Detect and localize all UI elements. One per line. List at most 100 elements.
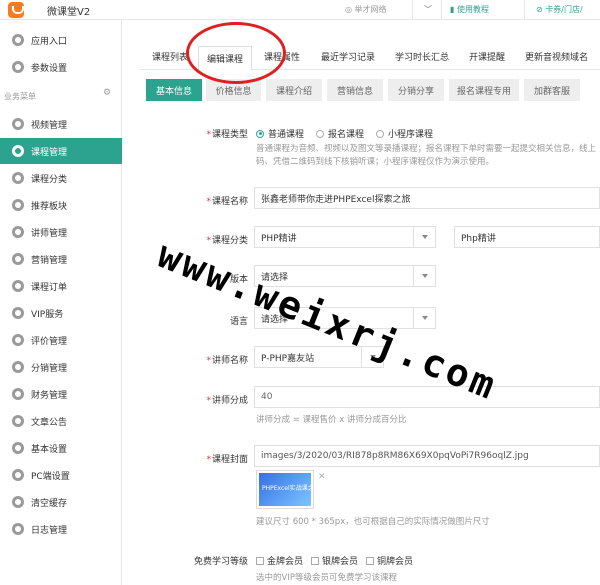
cover-thumbnail[interactable]: PHPExcel实战课之旅 [256,470,314,509]
required-mark: * [206,197,211,207]
checkbox[interactable] [366,556,375,565]
category-select-primary[interactable]: PHP精讲 [254,226,436,248]
sidebar-item-reviews[interactable]: 评价管理 [0,327,122,353]
sidebar-item-logs[interactable]: 日志管理 [0,516,122,542]
company-link[interactable]: ◎ 举才网络 [345,4,387,15]
sidebar-item-articles[interactable]: 文章公告 [0,408,122,434]
chat-icon [12,34,24,46]
free-level-label: 免费学习等级 [193,557,248,567]
sidebar: 应用入口 参数设置 业务菜单 ⚙ 视频管理 课程管理 课程分类 推荐板块 讲师管… [0,20,122,585]
check-bronze-member[interactable]: 铜牌会员 [366,554,413,567]
free-level-hint: 选中的VIP等级会员可免费学习该课程 [256,573,397,583]
radio-label: 普通课程 [268,130,305,140]
sidebar-item-label: 视频管理 [31,120,68,131]
select-value: P-PHP嘉友站 [261,353,315,364]
radio-normal-course[interactable]: 普通课程 [256,127,304,140]
sidebar-item-distribution[interactable]: 分销管理 [0,354,122,380]
sidebar-item-label: 讲师管理 [31,228,68,239]
subtab-signup-course[interactable]: 报名课程专用 [449,79,519,101]
sidebar-item-pc-settings[interactable]: PC端设置 [0,462,122,488]
sidebar-item-orders[interactable]: 课程订单 [0,273,122,299]
radio-button[interactable] [316,129,325,138]
cover-label: *课程封面 [140,452,248,465]
coupon-store-label: 卡券/门店/ [545,5,583,14]
radio-label: 小程序课程 [388,130,434,140]
top-bar: 微课堂V2 ◎ 举才网络 ﹀ ▮ 使用教程 ⊘ 卡券/门店/ [0,0,600,20]
subtab-basic-info[interactable]: 基本信息 [146,79,202,101]
teacher-share-label: *讲师分成 [140,393,248,406]
sidebar-item-label: 课程分类 [31,174,68,185]
radio-miniapp-course[interactable]: 小程序课程 [376,127,433,140]
gear-icon [12,145,24,157]
sidebar-item-label: 清空缓存 [31,498,68,509]
radio-button[interactable] [256,129,264,138]
gear-icon [12,442,24,454]
gear-icon [12,388,24,400]
sidebar-item-finance[interactable]: 财务管理 [0,381,122,407]
checkbox[interactable] [256,556,264,565]
required-mark: * [206,455,211,465]
cover-path-input[interactable]: images/3/2020/03/RI878p8RM86X69X0pqVoPi7… [254,445,600,467]
tab-course-reminder[interactable]: 开课提醒 [469,50,505,63]
sidebar-item-vip[interactable]: VIP服务 [0,300,122,326]
course-type-hint-1: 普通课程为音频、视频以及图文等录播课程；报名课程下单时需要一起提交相关信息，线上 [256,144,597,154]
sidebar-item-app-entry[interactable]: 应用入口 [0,27,122,53]
subtab-marketing-info[interactable]: 营销信息 [327,79,383,101]
label-text: 课程封面 [211,455,248,465]
sidebar-item-label: 财务管理 [31,390,68,401]
label-text: 讲师名称 [211,356,248,366]
subtab-course-intro[interactable]: 课程介绍 [266,79,322,101]
check-gold-member[interactable]: 金牌会员 [256,554,303,567]
sidebar-item-label: 应用入口 [31,36,68,47]
coupon-store-link[interactable]: ⊘ 卡券/门店/ [536,4,583,15]
sidebar-item-params[interactable]: 参数设置 [0,54,122,80]
sidebar-item-label: 营销管理 [31,255,68,266]
radio-button[interactable] [376,129,385,138]
sidebar-item-marketing[interactable]: 营销管理 [0,246,122,272]
radio-label: 报名课程 [328,130,365,140]
compass-icon: ⊘ [536,5,543,14]
teacher-share-input[interactable]: 40 [254,386,600,408]
category-select-secondary[interactable]: Php精讲 [454,226,600,248]
sidebar-item-label: 基本设置 [31,444,68,455]
sidebar-item-recommend[interactable]: 推荐板块 [0,192,122,218]
free-level-checks: 金牌会员 银牌会员 铜牌会员 [256,554,421,567]
tab-update-domain[interactable]: 更新音视频域名 [525,50,588,63]
tab-recent-study[interactable]: 最近学习记录 [321,50,375,63]
gear-icon [12,253,24,265]
tutorial-label: 使用教程 [456,5,489,14]
sidebar-item-category[interactable]: 课程分类 [0,165,122,191]
tab-course-list[interactable]: 课程列表 [152,50,188,63]
chevron-down-icon[interactable]: ﹀ [424,4,432,15]
sidebar-item-label: 分销管理 [31,363,68,374]
sidebar-item-video[interactable]: 视频管理 [0,111,122,137]
radio-signup-course[interactable]: 报名课程 [316,127,364,140]
tutorial-link[interactable]: ▮ 使用教程 [450,4,489,15]
course-name-label: *课程名称 [140,194,248,207]
checkbox[interactable] [311,556,320,565]
sidebar-item-label: 推荐板块 [31,201,68,212]
subtab-group-service[interactable]: 加群客服 [524,79,580,101]
gear-icon[interactable]: ⚙ [103,88,111,98]
close-icon[interactable]: ✕ [318,472,326,482]
divider [412,0,413,20]
sidebar-item-teacher[interactable]: 讲师管理 [0,219,122,245]
gear-icon [12,172,24,184]
label-text: 课程类型 [211,130,248,140]
teacher-label: *讲师名称 [140,353,248,366]
gear-icon [12,496,24,508]
subtab-distribution-share[interactable]: 分销分享 [388,79,444,101]
gear-icon [12,334,24,346]
required-mark: * [206,396,211,406]
sidebar-item-course[interactable]: 课程管理 [0,138,122,164]
book-icon: ▮ [450,5,455,14]
gear-icon [12,280,24,292]
sidebar-item-label: 文章公告 [31,417,68,428]
course-name-input[interactable]: 张鑫老师带你走进PHPExcel探索之旅 [254,187,600,209]
course-type-label: *课程类型 [140,127,248,140]
sidebar-item-label: 课程管理 [31,147,68,158]
sidebar-item-basic-settings[interactable]: 基本设置 [0,435,122,461]
check-silver-member[interactable]: 银牌会员 [311,554,358,567]
sidebar-item-clear-cache[interactable]: 清空缓存 [0,489,122,515]
tab-study-duration[interactable]: 学习时长汇总 [395,50,449,63]
